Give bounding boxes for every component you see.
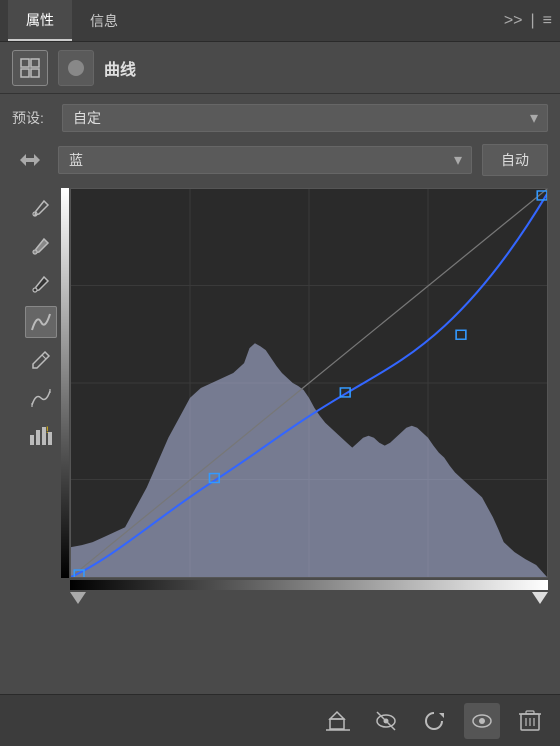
curve-tool-icon [29,310,53,334]
curves-svg [71,189,547,577]
preset-select-wrapper[interactable]: 自定 默认 彩色负片 反相 [62,104,548,132]
white-eyedropper-btn[interactable] [25,192,57,224]
curves-graph-area [70,188,548,604]
bottom-toolbar [0,694,560,746]
divider: | [531,12,535,30]
tab-info[interactable]: 信息 [72,0,136,41]
reset-icon [422,709,446,733]
svg-text:!: ! [46,425,49,435]
grey-eyedropper-btn[interactable] [25,230,57,262]
preset-select[interactable]: 自定 默认 彩色负片 反相 [62,104,548,132]
eye-preview-icon [470,709,494,733]
auto-button[interactable]: 自动 [482,144,548,176]
reset-button[interactable] [416,703,452,739]
white-eyedropper-icon [30,197,52,219]
channel-arrows-icon [16,146,44,174]
panel-title: 曲线 [104,56,136,80]
clip-to-layer-icon [326,709,350,733]
grey-eyedropper-icon [30,235,52,257]
curves-graph[interactable] [70,188,548,578]
visibility-button[interactable] [368,703,404,739]
channel-select[interactable]: RGB 红 绿 蓝 [58,146,472,174]
tab-properties[interactable]: 属性 [8,0,72,41]
pencil-tool-icon [30,349,52,371]
ctrl-point-3[interactable] [456,330,466,339]
tab-actions: >> | ≡ [504,12,552,30]
content-area: 预设: 自定 默认 彩色负片 反相 RGB 红 [0,94,560,614]
preset-label: 预设: [12,108,52,128]
trash-icon [519,709,541,733]
curves-container: ! [12,188,548,604]
channel-select-wrapper[interactable]: RGB 红 绿 蓝 [58,146,472,174]
clip-to-layer-button[interactable] [320,703,356,739]
channel-row: RGB 红 绿 蓝 自动 [12,142,548,178]
adjustment-header: 曲线 [0,42,560,94]
curve-tool-btn[interactable] [25,306,57,338]
gradient-bar-left [61,188,69,578]
eye-preview-button[interactable] [464,703,500,739]
circle-icon [66,58,86,78]
circle-icon-btn[interactable] [58,50,94,86]
gradient-bar-bottom [70,580,548,590]
expand-icon[interactable]: >> [504,12,523,30]
tab-bar: 属性 信息 >> | ≡ [0,0,560,42]
smooth-tool-btn[interactable] [25,382,57,414]
black-point-slider[interactable] [70,592,86,604]
menu-icon[interactable]: ≡ [543,12,552,30]
preset-row: 预设: 自定 默认 彩色负片 反相 [12,104,548,132]
pencil-tool-btn[interactable] [25,344,57,376]
smooth-tool-icon [30,387,52,409]
delete-button[interactable] [512,703,548,739]
white-point-slider[interactable] [532,592,548,604]
warning-tool-btn[interactable]: ! [25,420,57,452]
slider-row [70,592,548,604]
channel-icon-btn[interactable] [12,142,48,178]
black-eyedropper-btn[interactable] [25,268,57,300]
black-eyedropper-icon [30,273,52,295]
grid-icon-btn[interactable] [12,50,48,86]
visibility-icon [374,709,398,733]
grid-icon [19,57,41,79]
histogram-warning-icon: ! [28,423,54,449]
